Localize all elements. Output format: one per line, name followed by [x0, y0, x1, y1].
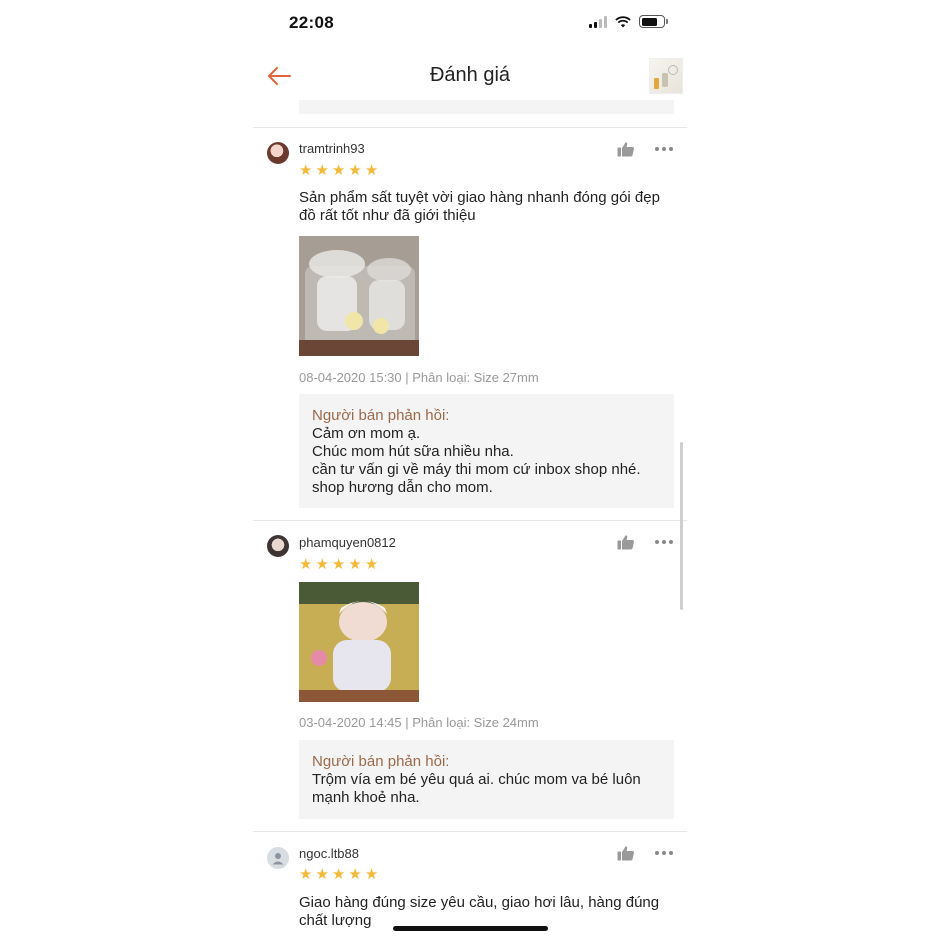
- star-icon: ★: [299, 556, 313, 573]
- user-icon: [272, 853, 284, 865]
- signal-icon: [589, 15, 607, 28]
- star-icon: ★: [364, 556, 379, 573]
- avatar[interactable]: [267, 847, 289, 869]
- review-photo[interactable]: [299, 582, 419, 702]
- review-meta: 03-04-2020 14:45 | Phân loại: Size 24mm: [299, 715, 539, 730]
- review-comment: Giao hàng đúng size yêu cầu, giao hơi lâ…: [299, 894, 660, 929]
- seller-reply: Người bán phản hồi: Cảm ơn mom ạ. Chúc m…: [299, 394, 674, 508]
- more-options-button[interactable]: [655, 538, 677, 546]
- seller-reply-label: Người bán phản hồi:: [312, 407, 450, 424]
- avatar[interactable]: [267, 535, 289, 557]
- divider: [253, 520, 687, 521]
- phone-screen: 22:08 Đánh giá tramtrinh93 ★ ★ ★ ★ ★ Sản…: [253, 0, 687, 941]
- star-icon: ★: [315, 162, 329, 179]
- seller-reply-text: Trộm vía em bé yêu quá ai. chúc mom va b…: [312, 771, 641, 806]
- review-username[interactable]: phamquyen0812: [299, 535, 396, 550]
- star-icon: ★: [364, 866, 379, 883]
- status-time: 22:08: [289, 13, 334, 32]
- page-title: Đánh giá: [429, 64, 511, 86]
- scrollbar[interactable]: [680, 442, 683, 610]
- product-thumbnail[interactable]: [649, 58, 683, 94]
- seller-reply: Người bán phản hồi: Trộm vía em bé yêu q…: [299, 740, 674, 819]
- more-options-button[interactable]: [655, 145, 677, 153]
- thumbs-up-icon[interactable]: [617, 141, 635, 157]
- seller-reply-text: Cảm ơn mom ạ. Chúc mom hút sữa nhiều nha…: [312, 425, 641, 496]
- star-icon: ★: [348, 866, 362, 883]
- star-icon: ★: [364, 162, 379, 179]
- review-username[interactable]: ngoc.ltb88: [299, 846, 359, 861]
- thumbs-up-icon[interactable]: [617, 534, 635, 550]
- header: Đánh giá: [253, 52, 687, 100]
- star-icon: ★: [348, 162, 362, 179]
- more-options-button[interactable]: [655, 849, 677, 857]
- star-icon: ★: [299, 162, 313, 179]
- rating-stars: ★ ★ ★ ★ ★: [299, 557, 378, 572]
- star-icon: ★: [331, 866, 346, 883]
- wifi-icon: [615, 15, 631, 27]
- home-indicator[interactable]: [393, 926, 548, 931]
- previous-reply-box: [299, 100, 674, 114]
- star-icon: ★: [331, 556, 346, 573]
- avatar[interactable]: [267, 142, 289, 164]
- divider: [253, 127, 687, 128]
- review-photo[interactable]: [299, 236, 419, 356]
- rating-stars: ★ ★ ★ ★ ★: [299, 867, 378, 882]
- review-comment: Sản phẩm sất tuyệt vời giao hàng nhanh đ…: [299, 189, 660, 224]
- review-username[interactable]: tramtrinh93: [299, 141, 365, 156]
- star-icon: ★: [331, 162, 346, 179]
- battery-icon: [639, 15, 668, 28]
- rating-stars: ★ ★ ★ ★ ★: [299, 163, 378, 178]
- star-icon: ★: [299, 866, 313, 883]
- seller-reply-label: Người bán phản hồi:: [312, 753, 450, 770]
- star-icon: ★: [348, 556, 362, 573]
- status-icons: [589, 15, 668, 28]
- star-icon: ★: [315, 866, 329, 883]
- review-meta: 08-04-2020 15:30 | Phân loại: Size 27mm: [299, 370, 539, 385]
- star-icon: ★: [315, 556, 329, 573]
- thumbs-up-icon[interactable]: [617, 845, 635, 861]
- divider: [253, 831, 687, 832]
